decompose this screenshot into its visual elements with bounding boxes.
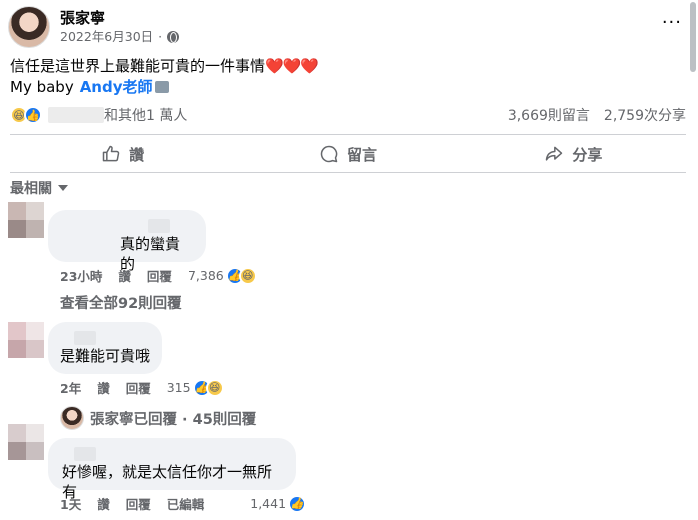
post-caption-prefix: My baby — [10, 78, 74, 96]
comment-time[interactable]: 2年 — [60, 378, 81, 397]
divider — [10, 172, 686, 173]
comment-reaction-count[interactable]: 315 — [167, 380, 191, 395]
comment-like-link[interactable]: 讚 — [97, 378, 110, 397]
sort-label: 最相關 — [10, 181, 52, 197]
like-button[interactable]: 讚 — [10, 138, 235, 170]
comment-meta: 23小時 讚 回覆 7,386 👍 😆 — [60, 266, 257, 285]
blurred-name — [74, 331, 96, 345]
view-replies-link[interactable]: 查看全部92則回覆 — [60, 292, 182, 313]
comment-meta: 2年 讚 回覆 315 👍 😆 — [60, 378, 224, 397]
globe-icon — [167, 31, 180, 43]
post-meta: 2022年6月30日 · — [60, 28, 180, 46]
commenter-avatar[interactable] — [8, 322, 44, 358]
mention-emoji-icon — [154, 81, 169, 93]
comment-text: 是難能可貴哦 — [60, 347, 151, 365]
comment-reply-link[interactable]: 回覆 — [126, 378, 151, 397]
comment-reaction-count[interactable]: 1,441 — [250, 496, 286, 511]
comment-bubble: 是難能可貴哦 — [48, 322, 162, 374]
comment-bubble: 真的蠻貴的 — [48, 210, 206, 273]
reactions-summary: 😆 👍 和其他1 萬人 3,669則留言 2,759次分享 — [10, 104, 686, 126]
comment-like-link[interactable]: 讚 — [97, 494, 110, 513]
author-name[interactable]: 張家寧 — [60, 8, 179, 28]
share-icon — [546, 146, 563, 161]
reply-summary-link[interactable]: 張家寧已回覆 · 45則回覆 — [60, 406, 256, 430]
divider — [10, 134, 686, 135]
comment-time[interactable]: 1天 — [60, 494, 81, 513]
comment-bubble: 好慘喔，就是太信任你才一無所有 — [48, 438, 296, 501]
comment-reaction-count[interactable]: 7,386 — [188, 268, 224, 283]
post-text-line1: 信任是這世界上最難能可貴的一件事情❤️❤️❤️ — [10, 56, 319, 77]
comment-label: 留言 — [346, 145, 377, 164]
comments-count[interactable]: 3,669則留言 — [508, 105, 590, 125]
shares-count[interactable]: 2,759次分享 — [604, 105, 686, 125]
comment-sort-dropdown[interactable]: 最相關 — [10, 178, 68, 198]
commenter-name[interactable] — [148, 218, 194, 233]
blurred-reactor-names — [48, 107, 104, 123]
commenter-name[interactable] — [60, 446, 284, 461]
reaction-names[interactable]: 和其他1 萬人 — [104, 105, 187, 125]
caret-down-icon — [58, 185, 68, 191]
commenter-avatar[interactable] — [8, 202, 44, 238]
author-avatar[interactable] — [8, 6, 50, 48]
commenter-avatar[interactable] — [8, 424, 44, 460]
page-scrollbar[interactable] — [690, 2, 696, 72]
like-reaction-icon: 👍 — [288, 494, 307, 513]
share-button[interactable]: 分享 — [461, 138, 686, 170]
comment-meta: 1天 讚 回覆 已編輯 1,441 👍 — [60, 494, 307, 513]
haha-reaction-icon: 😆 — [238, 266, 257, 285]
share-label: 分享 — [572, 145, 603, 164]
reply-summary-text: 張家寧已回覆 · 45則回覆 — [90, 411, 257, 428]
post-header: 張家寧 2022年6月30日 · — [8, 6, 180, 48]
engagement-counts: 3,669則留言 2,759次分享 — [508, 105, 686, 125]
blurred-name — [74, 447, 96, 461]
action-bar: 讚 留言 分享 — [10, 138, 686, 170]
like-label: 讚 — [129, 145, 145, 164]
comment-reply-link[interactable]: 回覆 — [147, 266, 172, 285]
commenter-name[interactable] — [60, 330, 150, 345]
like-reaction-icon[interactable]: 👍 — [24, 106, 42, 124]
comment-like-link[interactable]: 讚 — [118, 266, 131, 285]
post-text: 信任是這世界上最難能可貴的一件事情❤️❤️❤️ My baby Andy老師 — [10, 56, 319, 98]
mention-link[interactable]: Andy老師 — [80, 78, 153, 96]
author-block: 張家寧 2022年6月30日 · — [60, 8, 180, 46]
post-date[interactable]: 2022年6月30日 — [60, 28, 153, 46]
comment-button[interactable]: 留言 — [235, 138, 460, 170]
haha-reaction-icon: 😆 — [205, 378, 224, 397]
comment-reply-link[interactable]: 回覆 — [126, 494, 151, 513]
comment-edited-label[interactable]: 已編輯 — [167, 494, 205, 513]
author-reply-avatar — [60, 406, 84, 430]
more-options-button[interactable]: ··· — [662, 12, 682, 33]
blurred-name — [148, 219, 170, 233]
thumbs-up-icon — [102, 145, 120, 162]
post-caption: 信任是這世界上最難能可貴的一件事情 — [10, 57, 266, 75]
post-text-line2: My baby Andy老師 — [10, 77, 318, 98]
comment-icon — [320, 145, 338, 163]
heart-emojis: ❤️❤️❤️ — [265, 57, 319, 75]
comment-time[interactable]: 23小時 — [60, 266, 102, 285]
